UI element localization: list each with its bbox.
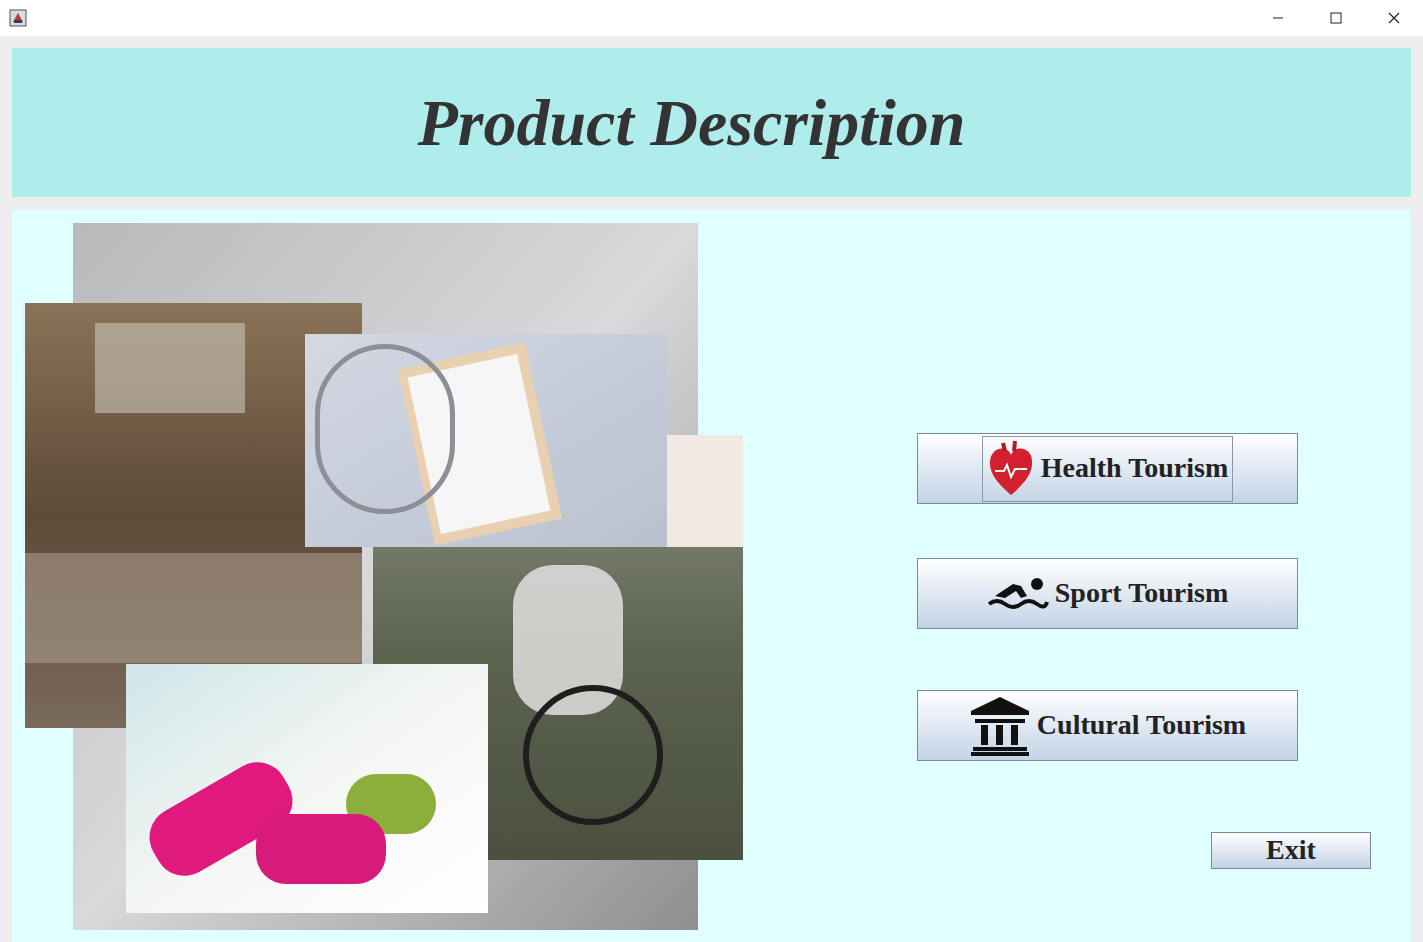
button-focus-frame: Cultural Tourism <box>964 692 1251 760</box>
button-label: Health Tourism <box>1041 453 1228 484</box>
tourism-button[interactable]: Cultural Tourism <box>917 690 1298 761</box>
page-title: Product Description <box>417 73 1005 172</box>
tourism-button[interactable]: Sport Tourism <box>917 558 1298 629</box>
heart-icon <box>987 439 1035 499</box>
button-focus-frame: Health Tourism <box>982 436 1233 502</box>
content-panel: Health Tourism Sport Tourism Cultural Tour… <box>12 210 1411 942</box>
title-bar <box>0 0 1423 36</box>
button-column: Health Tourism Sport Tourism Cultural Tour… <box>743 210 1411 942</box>
tourism-button[interactable]: Health Tourism <box>917 433 1298 504</box>
minimize-icon[interactable] <box>1249 0 1307 36</box>
button-label: Sport Tourism <box>1055 578 1229 609</box>
stethoscope-photo <box>305 334 667 547</box>
button-label: Cultural Tourism <box>1037 710 1246 741</box>
exit-label: Exit <box>1266 835 1316 866</box>
exit-button[interactable]: Exit <box>1211 832 1371 869</box>
dumbbell-photo <box>126 664 488 913</box>
close-icon[interactable] <box>1365 0 1423 36</box>
swimmer-icon <box>987 574 1049 614</box>
maximize-icon[interactable] <box>1307 0 1365 36</box>
museum-icon <box>969 695 1031 757</box>
collage-picture <box>12 210 743 942</box>
header-panel: Product Description <box>12 48 1411 197</box>
button-focus-frame: Sport Tourism <box>982 563 1234 625</box>
app-icon <box>0 9 27 27</box>
